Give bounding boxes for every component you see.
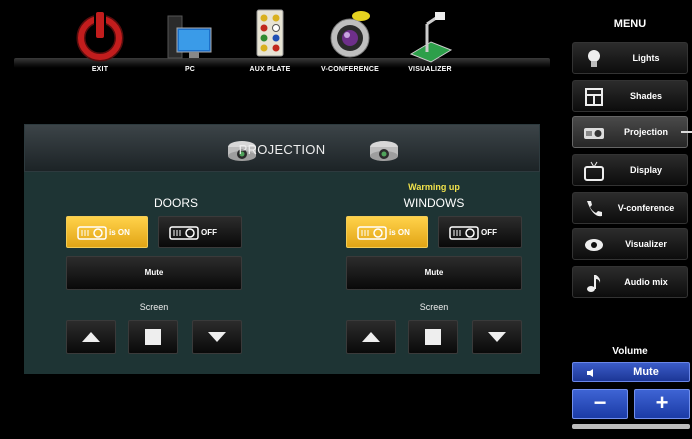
aux-plate-icon xyxy=(256,9,284,57)
projector-icon xyxy=(370,141,398,161)
document-camera-icon xyxy=(409,12,453,63)
source-v-conference-label: V-CONFERENCE xyxy=(320,66,380,73)
doors-on-button[interactable]: is ON xyxy=(66,216,148,248)
menu-item-label: Lights xyxy=(632,53,660,63)
source-aux-plate[interactable]: AUX PLATE xyxy=(230,8,310,76)
source-visualizer-label: VISUALIZER xyxy=(408,66,452,73)
speaker-icon xyxy=(587,369,593,377)
menu-item-projection[interactable]: Projection xyxy=(572,116,692,148)
camera-icon xyxy=(330,11,370,58)
source-bar: EXIT PC AUX PLATE V-CONFERENCE VISUALIZE… xyxy=(0,0,564,80)
note-icon xyxy=(587,275,601,292)
windows-screen-stop-button[interactable] xyxy=(408,320,458,354)
phone-icon xyxy=(587,201,602,217)
windows-on-label: is ON xyxy=(389,228,410,237)
projection-panel-header: PROJECTION xyxy=(24,124,540,172)
doors-screen-stop-button[interactable] xyxy=(128,320,178,354)
projector-icon xyxy=(77,226,107,240)
menu-item-label: Shades xyxy=(629,91,662,101)
window-icon xyxy=(585,88,603,106)
triangle-down-icon xyxy=(488,332,506,342)
volume-title: Volume xyxy=(612,346,648,357)
windows-status: Warming up xyxy=(408,182,460,192)
doors-screen-down-button[interactable] xyxy=(192,320,242,354)
source-pc[interactable]: PC xyxy=(150,8,230,76)
menu-title: MENU xyxy=(613,18,647,30)
power-icon xyxy=(76,10,124,62)
zone-doors-title: DOORS xyxy=(153,196,198,210)
projector-icon xyxy=(169,226,199,240)
square-stop-icon xyxy=(145,329,161,345)
source-aux-plate-label: AUX PLATE xyxy=(249,66,291,73)
doors-mute-button[interactable]: Mute xyxy=(66,256,242,290)
menu-item-v-conference[interactable]: V-conference xyxy=(572,192,688,224)
menu-item-audio-mix[interactable]: Audio mix xyxy=(572,266,688,298)
doors-off-label: OFF xyxy=(201,228,217,237)
source-exit-label: EXIT xyxy=(91,66,109,73)
triangle-up-icon xyxy=(82,332,100,342)
menu-item-display[interactable]: Display xyxy=(572,154,688,186)
volume-level-bar[interactable] xyxy=(572,424,690,429)
source-pc-label: PC xyxy=(184,66,196,73)
source-v-conference[interactable]: V-CONFERENCE xyxy=(310,8,390,76)
windows-off-button[interactable]: OFF xyxy=(438,216,522,248)
windows-screen-up-button[interactable] xyxy=(346,320,396,354)
windows-screen-down-button[interactable] xyxy=(472,320,522,354)
doors-screen-up-button[interactable] xyxy=(66,320,116,354)
projector-icon xyxy=(584,128,604,139)
pc-icon xyxy=(167,15,212,59)
menu-item-shades[interactable]: Shades xyxy=(572,80,688,112)
triangle-down-icon xyxy=(208,332,226,342)
volume-up-button[interactable]: + xyxy=(634,389,690,419)
doors-screen-label: Screen xyxy=(139,302,169,312)
tv-icon xyxy=(584,161,604,181)
menu-item-label: V-conference xyxy=(617,203,675,213)
volume-down-button[interactable]: − xyxy=(572,389,628,419)
projection-title: PROJECTION xyxy=(238,142,326,157)
source-exit[interactable]: EXIT xyxy=(60,8,140,76)
menu-item-label: Visualizer xyxy=(625,239,667,249)
menu-item-label: Audio mix xyxy=(624,277,668,287)
volume-mute-button[interactable]: Mute xyxy=(572,362,690,382)
bulb-icon xyxy=(588,50,600,67)
menu-item-lights[interactable]: Lights xyxy=(572,42,688,74)
doors-on-label: is ON xyxy=(109,228,130,237)
projector-icon xyxy=(449,226,479,240)
doors-off-button[interactable]: OFF xyxy=(158,216,242,248)
projection-panel-body: DOORS is ON OFF Mute Screen Warming up W… xyxy=(24,172,540,374)
windows-screen-label: Screen xyxy=(419,302,449,312)
zone-windows-title: WINDOWS xyxy=(403,196,465,210)
square-stop-icon xyxy=(425,329,441,345)
windows-on-button[interactable]: is ON xyxy=(346,216,428,248)
menu-item-label: Display xyxy=(629,165,662,175)
volume-mute-label: Mute xyxy=(633,366,659,378)
menu-item-visualizer[interactable]: Visualizer xyxy=(572,228,688,260)
source-visualizer[interactable]: VISUALIZER xyxy=(390,8,470,76)
projector-icon xyxy=(357,226,387,240)
menu-item-label: Projection xyxy=(623,127,668,137)
eye-icon xyxy=(585,239,603,251)
windows-mute-button[interactable]: Mute xyxy=(346,256,522,290)
triangle-up-icon xyxy=(362,332,380,342)
windows-off-label: OFF xyxy=(481,228,497,237)
